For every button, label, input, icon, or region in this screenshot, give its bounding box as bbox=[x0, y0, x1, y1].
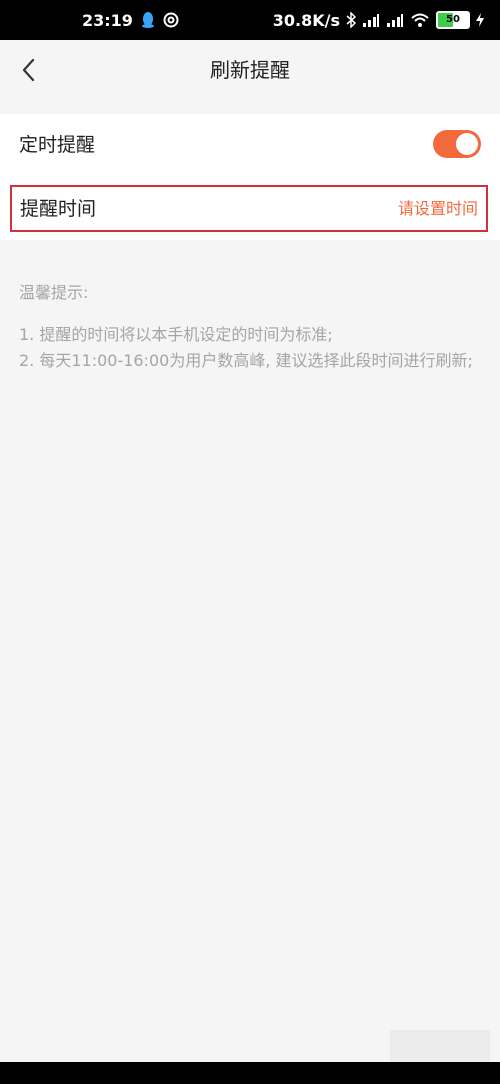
wifi-icon bbox=[410, 12, 430, 28]
settings-card: 定时提醒 提醒时间 请设置时间 bbox=[0, 114, 500, 240]
status-time: 23:19 bbox=[82, 10, 133, 30]
tips-title: 温馨提示: bbox=[19, 283, 89, 302]
battery-level-text: 50 bbox=[446, 14, 460, 25]
tips-section: 温馨提示: 1. 提醒的时间将以本手机设定的时间为标准; 2. 每天11:00-… bbox=[19, 280, 484, 374]
reminder-time-label: 提醒时间 bbox=[20, 198, 97, 220]
signal-hd-icon bbox=[362, 12, 380, 28]
tip-item: 1. 提醒的时间将以本手机设定的时间为标准; bbox=[19, 325, 333, 344]
timer-reminder-toggle[interactable] bbox=[433, 130, 481, 158]
bluetooth-icon bbox=[346, 12, 356, 28]
qq-penguin-icon bbox=[141, 12, 155, 28]
timer-reminder-row: 定时提醒 bbox=[0, 114, 500, 178]
toggle-knob bbox=[456, 133, 478, 155]
reminder-time-value: 请设置时间 bbox=[397, 199, 478, 218]
top-bar: 刷新提醒 bbox=[0, 40, 500, 102]
battery-icon: 50 bbox=[436, 11, 470, 29]
navigation-bar bbox=[0, 1062, 500, 1084]
signal-hd-icon bbox=[386, 12, 404, 28]
timer-reminder-label: 定时提醒 bbox=[19, 134, 96, 156]
tip-item: 2. 每天11:00-16:00为用户数高峰, 建议选择此段时间进行刷新; bbox=[19, 351, 473, 370]
reminder-time-row[interactable]: 提醒时间 请设置时间 bbox=[10, 185, 488, 232]
status-bar: 23:19 30.8K/s 50 bbox=[0, 0, 500, 40]
status-bar-left: 23:19 bbox=[82, 0, 179, 40]
status-bar-right: 30.8K/s 50 bbox=[273, 0, 484, 40]
page-title: 刷新提醒 bbox=[210, 58, 290, 82]
charging-icon bbox=[476, 13, 484, 27]
vpn-icon bbox=[163, 12, 179, 28]
network-speed: 30.8K/s bbox=[272, 10, 340, 30]
